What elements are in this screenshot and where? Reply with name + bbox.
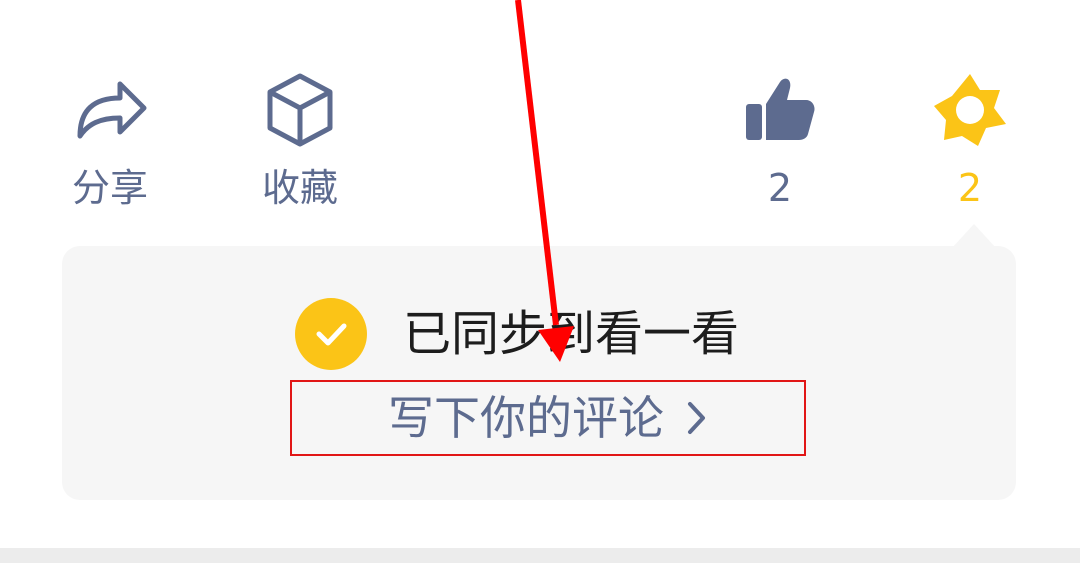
like-count: 2 [767,166,793,210]
sync-status: 已同步到看一看 [295,298,739,370]
chevron-right-icon [688,402,705,434]
favorite-label: 收藏 [261,166,338,210]
card-pointer [952,224,996,248]
share-label: 分享 [71,166,148,210]
thumbs-up-icon [746,78,815,140]
share-button[interactable]: 分享 [40,70,180,212]
wow-count: 2 [957,166,983,210]
share-arrow-icon [77,81,147,139]
check-circle-icon [295,298,367,370]
star-flower-icon [934,74,1006,146]
wow-button[interactable]: 2 [900,70,1040,212]
sync-card [62,246,1016,500]
write-comment-link[interactable]: 写下你的评论 [290,380,806,456]
cube-icon [267,73,333,147]
sync-status-text: 已同步到看一看 [403,306,740,362]
bottom-divider [0,548,1080,563]
favorite-button[interactable]: 收藏 [230,70,370,212]
like-button[interactable]: 2 [710,70,850,212]
write-comment-label: 写下你的评论 [388,391,664,445]
